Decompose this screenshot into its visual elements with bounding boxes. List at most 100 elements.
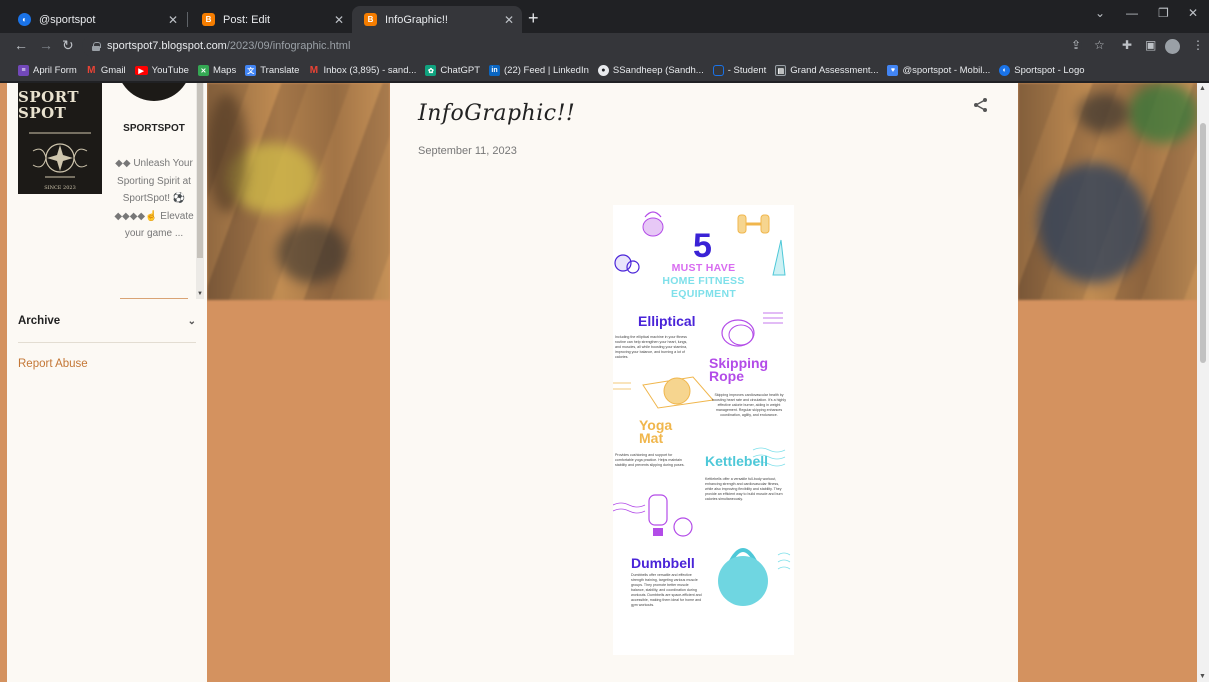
profile-image[interactable]: [117, 83, 191, 101]
blog-logo[interactable]: SPORT SPOT SINCE 2023: [18, 83, 102, 194]
bookmark-label: Sportspot - Logo: [1014, 65, 1085, 76]
bookmark-april-form[interactable]: ≡ April Form: [18, 65, 77, 76]
post-date[interactable]: September 11, 2023: [418, 145, 517, 157]
chatgpt-icon: ✿: [425, 65, 437, 76]
menu-icon[interactable]: ⋮: [1192, 38, 1204, 52]
bookmark-linkedin[interactable]: in (22) Feed | LinkedIn: [489, 65, 589, 76]
infographic-heading: MUST HAVE: [671, 262, 736, 274]
sidebar-scrollbar[interactable]: ▼: [196, 83, 204, 299]
tab-strip: ◐ @sportspot ✕ B Post: Edit ✕ B InfoGrap…: [0, 0, 1209, 33]
github-icon: ●: [597, 65, 609, 76]
bookmark-label: SSandheep (Sandh...: [612, 65, 704, 76]
window-close-icon[interactable]: ✕: [1188, 6, 1198, 20]
infographic-item-body: Provides cushioning and support for comf…: [615, 453, 685, 467]
infographic-item-title: Skipping Rope: [709, 355, 769, 384]
side-panel-icon[interactable]: ▣: [1145, 38, 1156, 52]
infographic-image[interactable]: 5 MUST HAVE HOME FITNESS EQUIPMENT Ellip…: [613, 205, 794, 655]
divider: [120, 298, 188, 299]
scroll-down-icon[interactable]: ▼: [1199, 673, 1206, 680]
profile-avatar-icon[interactable]: [1165, 39, 1180, 54]
gmail-icon: M: [87, 65, 96, 76]
minimize-icon[interactable]: —: [1126, 6, 1138, 20]
infographic-heading: HOME FITNESS: [662, 275, 745, 287]
mobile-icon: ♥: [887, 65, 899, 76]
bookmark-youtube[interactable]: ▶ YouTube: [134, 65, 189, 76]
back-icon[interactable]: ←: [14, 37, 28, 53]
blogger-icon: B: [202, 13, 215, 26]
bookmark-label: Translate: [260, 65, 300, 76]
scrollbar-thumb[interactable]: [1200, 123, 1206, 363]
scrollbar-thumb[interactable]: [197, 83, 203, 258]
archive-dropdown[interactable]: Archive ⌄: [18, 315, 196, 327]
infographic-item-body: Skipping improves cardiovascular health …: [711, 393, 786, 417]
share-icon[interactable]: [973, 97, 989, 113]
tab-title: @sportspot: [39, 13, 96, 26]
bookmark-star-icon[interactable]: ☆: [1094, 38, 1105, 52]
share-page-icon[interactable]: ⇪: [1071, 38, 1081, 52]
tab-infographic[interactable]: B InfoGraphic!! ✕: [352, 6, 522, 33]
background-photo-left: [207, 83, 390, 300]
bookmark-translate[interactable]: 文 Translate: [245, 65, 299, 76]
infographic-item-title: Kettlebell: [705, 453, 769, 469]
bookmark-label: April Form: [33, 65, 77, 76]
tab-post-edit[interactable]: B Post: Edit ✕: [190, 6, 352, 33]
blog-description: ◆◆ Unleash Your Sporting Spirit at Sport…: [114, 158, 194, 239]
bookmark-maps[interactable]: ✕ Maps: [197, 65, 237, 76]
blog-name[interactable]: SPORTSPOT: [110, 123, 198, 134]
assessment-icon: ▤: [775, 65, 787, 76]
tab-title: Post: Edit: [223, 13, 271, 26]
tab-title: InfoGraphic!!: [385, 13, 448, 26]
bookmark-label: YouTube: [151, 65, 189, 76]
bookmark-label: ChatGPT: [440, 65, 481, 76]
close-icon[interactable]: ✕: [334, 13, 344, 27]
post-container: InfoGraphic!! September 11, 2023 5 MUST …: [390, 83, 1018, 682]
blog-sidebar: SPORT SPOT SINCE 2023 SPORTSPOT ◆◆ Unlea…: [7, 83, 207, 682]
infographic-item-title: Yoga Mat: [639, 417, 673, 446]
bookmark-label: Gmail: [100, 65, 126, 76]
bookmark-chatgpt[interactable]: ✿ ChatGPT: [425, 65, 480, 76]
infographic-number: 5: [693, 227, 712, 265]
bookmark-sportspot-logo[interactable]: ◐ Sportspot - Logo: [999, 65, 1085, 76]
close-icon[interactable]: ✕: [504, 13, 514, 27]
report-abuse-link[interactable]: Report Abuse: [18, 358, 88, 370]
divider: [18, 342, 196, 343]
extensions-icon[interactable]: ✚: [1122, 38, 1132, 52]
page-scrollbar[interactable]: ▲ ▼: [1197, 83, 1209, 682]
scroll-down-icon[interactable]: ▼: [197, 291, 203, 297]
bookmark-inbox[interactable]: M Inbox (3,895) - sand...: [308, 65, 417, 76]
infographic-item-body: Dumbbells offer versatile and effective …: [631, 573, 702, 607]
infographic-heading: EQUIPMENT: [670, 288, 737, 300]
new-tab-button[interactable]: +: [528, 8, 539, 28]
bookmark-label: (22) Feed | LinkedIn: [504, 65, 589, 76]
logo-text: SPORT SPOT: [18, 88, 80, 122]
lock-icon: [92, 41, 101, 51]
bookmark-gmail[interactable]: M Gmail: [86, 65, 126, 76]
chevron-down-icon: ⌄: [187, 315, 196, 327]
bookmark-label: @sportspot - Mobil...: [902, 65, 991, 76]
archive-label: Archive: [18, 315, 61, 327]
bookmark-label: Grand Assessment...: [790, 65, 879, 76]
scroll-up-icon[interactable]: ▲: [1199, 85, 1206, 92]
bookmark-sportspot-mobile[interactable]: ♥ @sportspot - Mobil...: [887, 65, 990, 76]
bookmark-label: - Student: [727, 65, 767, 76]
url-path: /2023/09/infographic.html: [226, 40, 351, 52]
bookmark-student[interactable]: - Student: [712, 65, 767, 76]
close-icon[interactable]: ✕: [168, 13, 178, 27]
infographic-item-body: Kettlebells offer a versatile full-body …: [705, 477, 783, 501]
infographic-item-title: Dumbbell: [631, 555, 695, 571]
tab-search-icon[interactable]: ⌄: [1095, 6, 1105, 20]
tab-sportspot[interactable]: ◐ @sportspot ✕: [6, 6, 186, 33]
bookmark-label: Maps: [212, 65, 237, 76]
bookmark-github[interactable]: ● SSandheep (Sandh...: [597, 65, 704, 76]
gmail-icon: M: [309, 65, 319, 76]
reload-icon[interactable]: ↻: [62, 37, 74, 54]
bookmarks-bar: ≡ April Form M Gmail ▶ YouTube ✕ Maps 文 Trans…: [0, 60, 1209, 82]
restore-icon[interactable]: ❐: [1158, 6, 1169, 20]
forms-icon: ≡: [18, 65, 29, 76]
bookmark-grand-assessment[interactable]: ▤ Grand Assessment...: [775, 65, 878, 76]
address-bar[interactable]: sportspot7.blogspot.com/2023/09/infograp…: [82, 35, 1082, 57]
student-icon: [712, 65, 724, 76]
logo-icon: ◐: [999, 65, 1011, 76]
bookmark-label: Inbox (3,895) - sand...: [323, 65, 417, 76]
forward-icon[interactable]: →: [39, 37, 53, 53]
